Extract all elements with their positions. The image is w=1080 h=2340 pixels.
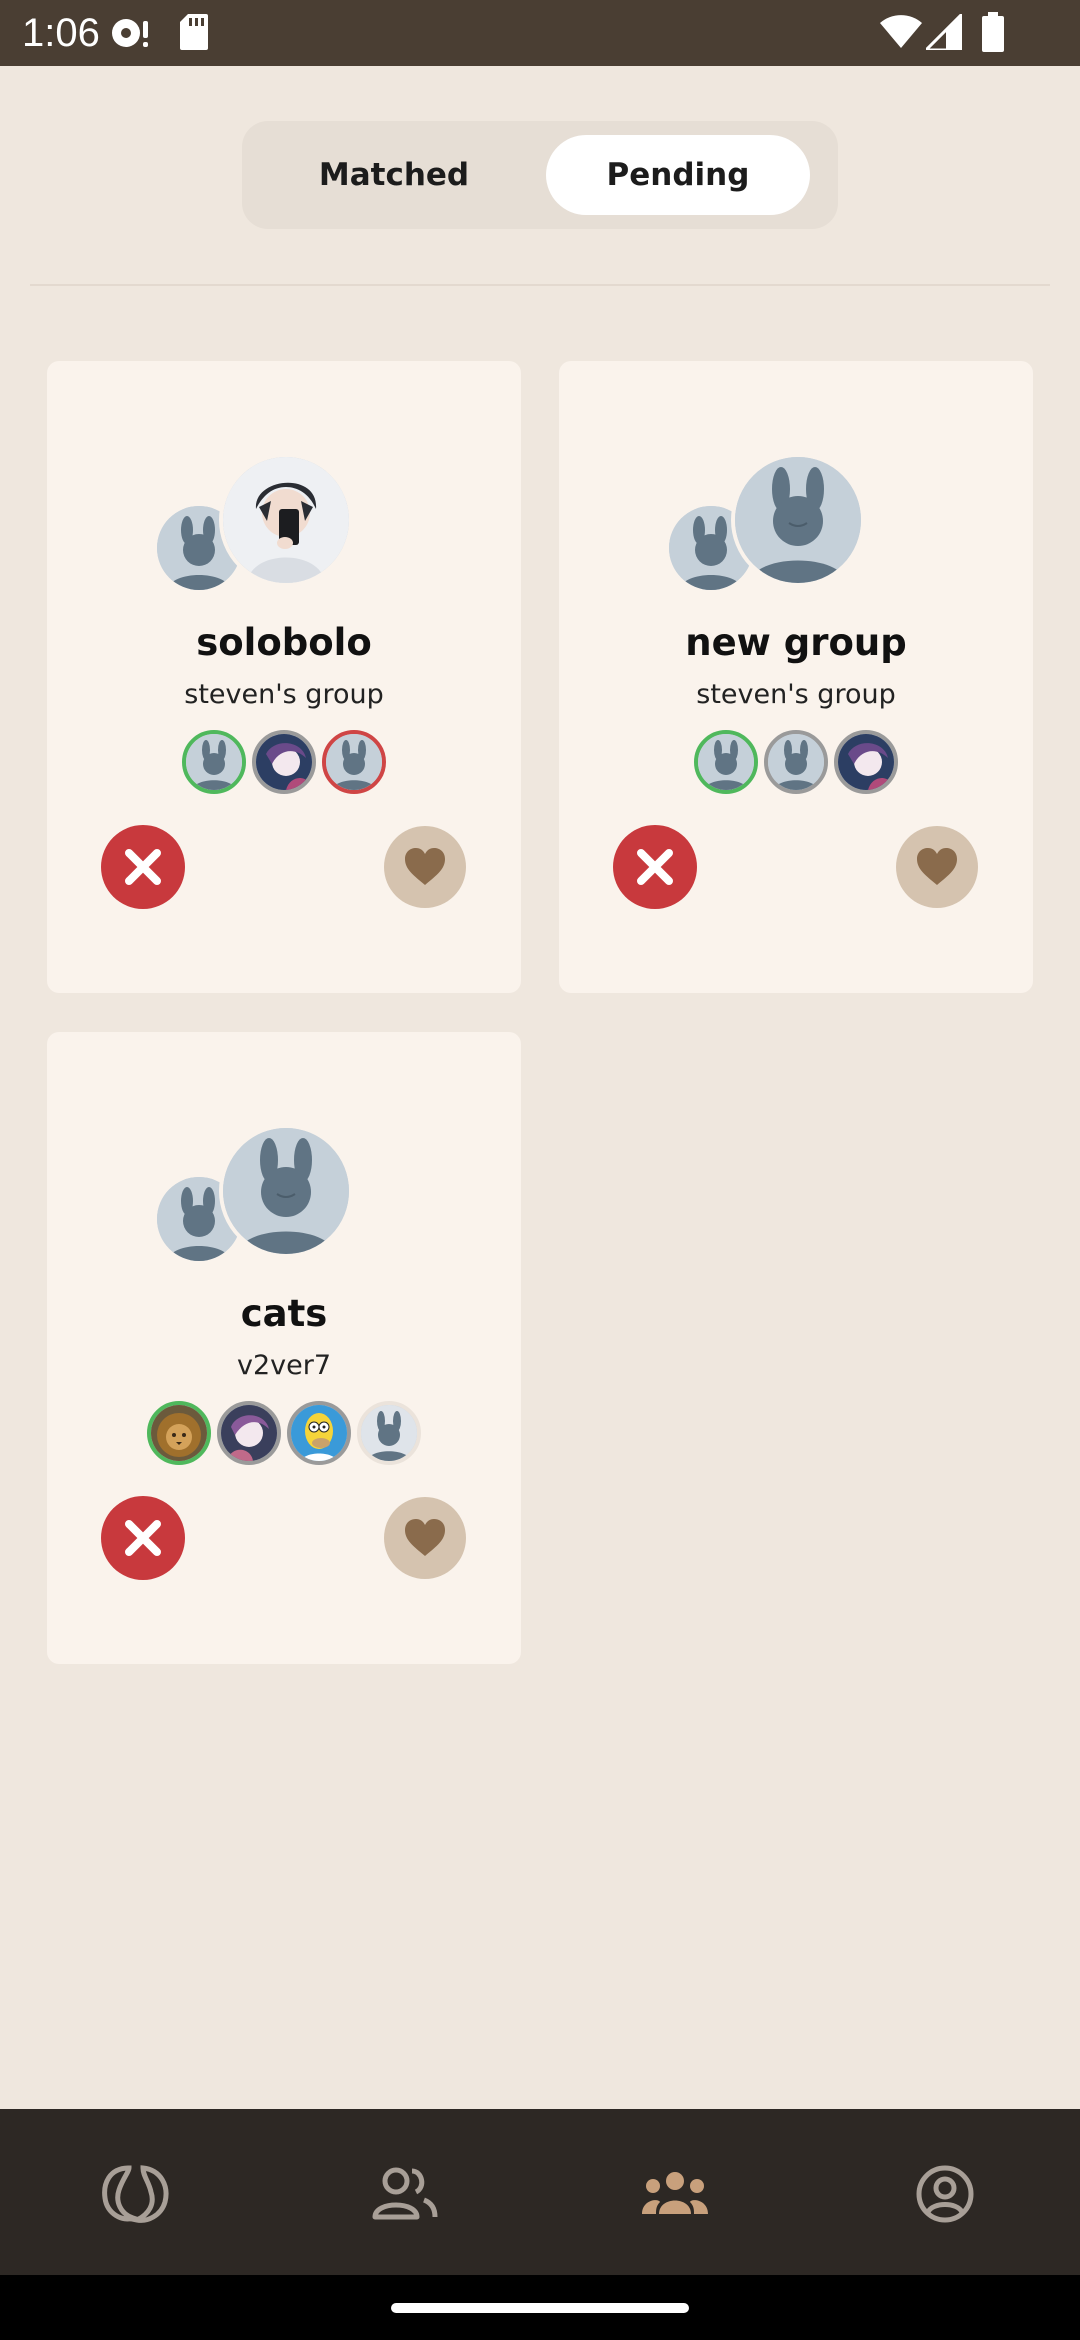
reject-button[interactable] [101,1496,185,1580]
member-avatar [834,730,898,794]
cell-signal-icon [926,14,962,50]
group-owner: v2ver7 [236,1350,332,1381]
bunny-avatar-icon [186,734,242,790]
match-status-toggle: Matched Pending [242,121,838,229]
group-card[interactable]: cats v2ver7 [47,1032,521,1664]
battery-icon [982,12,1004,52]
group-name: new group [685,621,907,664]
lion-avatar-icon [151,1405,207,1461]
anime-avatar-icon [256,734,312,790]
heart-icon [405,1519,445,1556]
reject-button[interactable] [101,825,185,909]
member-avatars [47,1401,521,1465]
member-avatar [694,730,758,794]
home-gesture-bar[interactable] [391,2303,689,2313]
heart-icon [405,848,445,885]
profile-icon [916,2165,974,2223]
selfie-avatar-icon [223,457,349,583]
status-time: 1:06 [22,11,100,55]
bunny-avatar-icon [223,1128,349,1254]
group-owner: steven's group [184,679,384,710]
anime-avatar-icon [838,734,894,790]
like-button[interactable] [384,1497,466,1579]
friends-icon [372,2167,438,2220]
divider [30,284,1050,286]
heart-icon [917,848,957,885]
close-icon [125,1520,161,1556]
member-avatar [252,730,316,794]
bunny-avatar-icon [698,734,754,790]
group-name: cats [240,1292,328,1335]
group-lead-avatar [219,453,353,587]
reject-button[interactable] [613,825,697,909]
member-avatars [559,730,1033,794]
nav-discover[interactable] [90,2149,180,2239]
group-lead-avatar [219,1124,353,1258]
sync-icon [112,19,148,47]
close-icon [637,849,673,885]
member-avatar [322,730,386,794]
nav-profile[interactable] [900,2149,990,2239]
member-avatars [47,730,521,794]
group-name: solobolo [196,621,372,664]
bottom-nav [0,2109,1080,2275]
member-avatar [357,1401,421,1465]
member-avatar [764,730,828,794]
group-card[interactable]: new group steven's group [559,361,1033,993]
group-card[interactable]: solobolo steven's group [47,361,521,993]
group-owner: steven's group [696,679,896,710]
nav-friends[interactable] [360,2149,450,2239]
group-lead-avatar [731,453,865,587]
status-bar: 1:06 [0,0,1080,66]
close-icon [125,849,161,885]
anime-avatar-icon [221,1405,277,1461]
tab-matched[interactable]: Matched [262,135,526,215]
member-avatar [287,1401,351,1465]
cartoon-avatar-icon [291,1405,347,1461]
member-avatar [182,730,246,794]
like-button[interactable] [384,826,466,908]
nav-groups[interactable] [630,2149,720,2239]
discover-icon [102,2165,169,2223]
tab-pending[interactable]: Pending [546,135,810,215]
like-button[interactable] [896,826,978,908]
bunny-avatar-icon [735,457,861,583]
groups-icon [642,2172,708,2214]
bunny-avatar-icon [326,734,382,790]
member-avatar [147,1401,211,1465]
sd-card-icon [180,14,208,50]
wifi-icon [880,15,922,48]
member-avatar [217,1401,281,1465]
bunny-avatar-icon [768,734,824,790]
bunny-avatar-icon [361,1405,417,1461]
